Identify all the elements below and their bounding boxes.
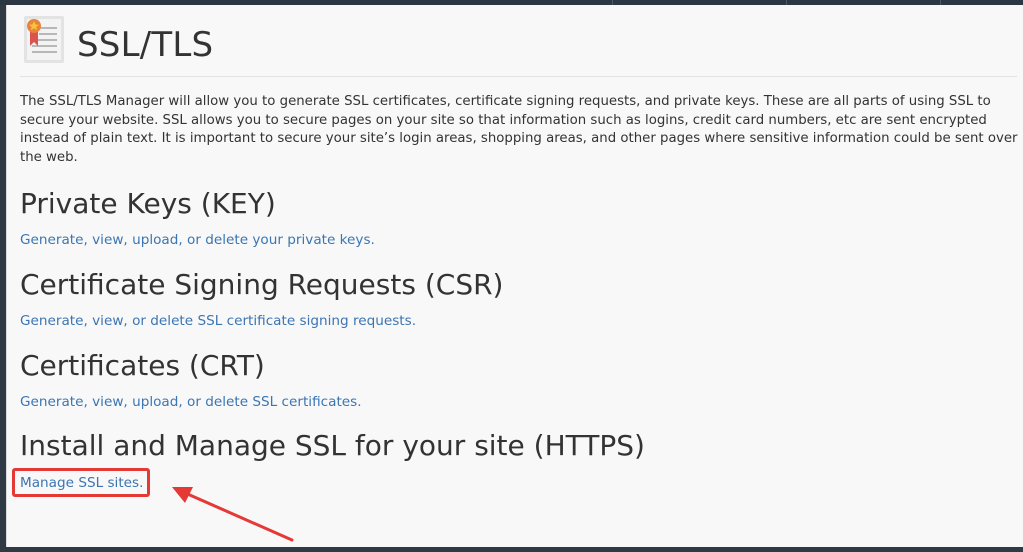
page-title: SSL/TLS — [77, 25, 214, 65]
csr-link[interactable]: Generate, view, or delete SSL certificat… — [20, 312, 416, 330]
section-title-csr: Certificate Signing Requests (CSR) — [20, 268, 504, 301]
intro-text: The SSL/TLS Manager will allow you to ge… — [20, 94, 1018, 165]
page-header: SSL/TLS — [20, 13, 1017, 77]
main-content: SSL/TLS The SSL/TLS Manager will allow y… — [6, 5, 1023, 547]
section-title-install-manage-ssl: Install and Manage SSL for your site (HT… — [20, 429, 645, 462]
highlight-box — [12, 468, 150, 497]
section-title-private-keys: Private Keys (KEY) — [20, 187, 276, 220]
private-keys-link[interactable]: Generate, view, upload, or delete your p… — [20, 231, 375, 249]
certificates-link[interactable]: Generate, view, upload, or delete SSL ce… — [20, 393, 362, 411]
certificate-icon — [24, 16, 64, 63]
section-title-certificates: Certificates (CRT) — [20, 349, 265, 382]
red-arrow-icon — [172, 487, 294, 542]
